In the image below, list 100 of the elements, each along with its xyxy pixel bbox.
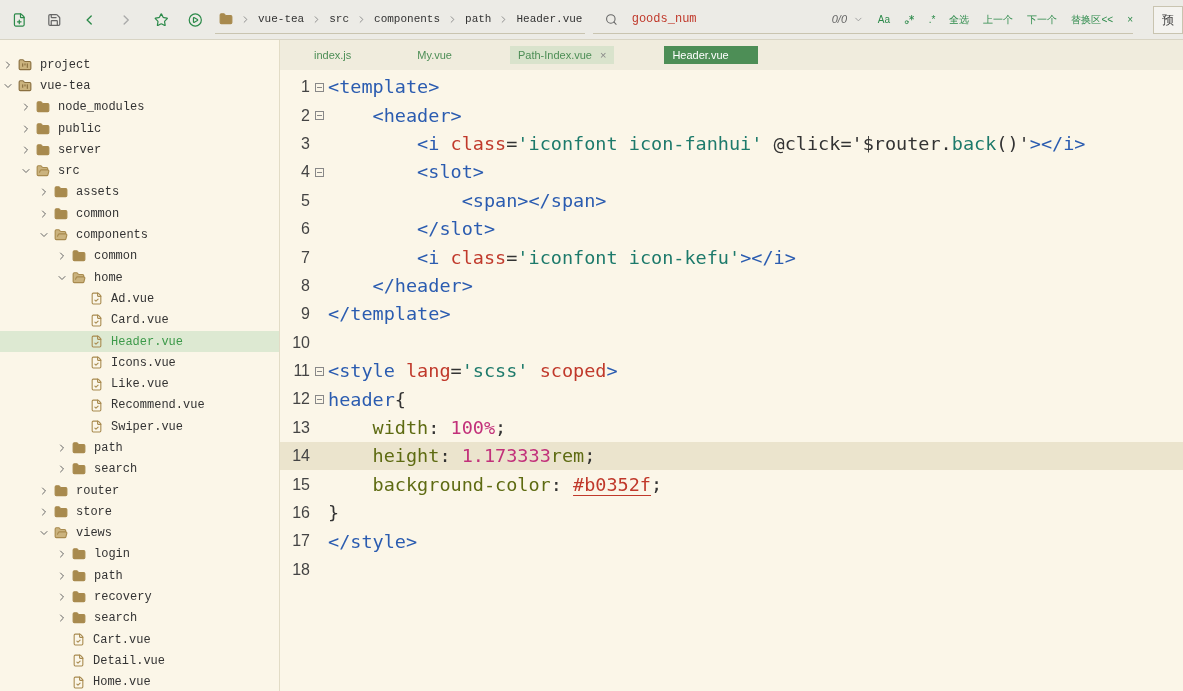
- file-icon: [72, 675, 85, 689]
- file-icon: [90, 356, 103, 370]
- tree-item[interactable]: recovery: [0, 586, 279, 608]
- tree-item[interactable]: Cart.vue: [0, 629, 279, 651]
- code-text: </template>: [328, 302, 451, 327]
- line-number: 3: [300, 133, 310, 154]
- folder-icon: [72, 462, 86, 477]
- find-option[interactable]: 替换区<<: [1071, 11, 1114, 27]
- project-icon: [18, 78, 32, 93]
- line-number: 2: [300, 105, 310, 126]
- tree-item[interactable]: components: [0, 224, 279, 246]
- line-number: 16: [291, 503, 310, 524]
- folder-icon: [36, 100, 50, 115]
- fold-icon[interactable]: [314, 82, 324, 92]
- tree-item[interactable]: public: [0, 117, 279, 140]
- breadcrumb-item[interactable]: Header.vue: [516, 10, 583, 28]
- folder-icon: [72, 270, 86, 285]
- preview-button[interactable]: 预: [1153, 5, 1183, 34]
- folder-icon: [72, 568, 86, 583]
- save-icon[interactable]: [46, 11, 62, 28]
- search-field[interactable]: goods_num: [631, 10, 818, 28]
- fold-icon[interactable]: [314, 111, 324, 121]
- line-number: 7: [300, 247, 310, 268]
- find-option[interactable]: 上一个: [983, 11, 1014, 27]
- fold-icon[interactable]: [314, 395, 324, 404]
- editor-tab[interactable]: My.vue: [409, 46, 460, 64]
- breadcrumb-item[interactable]: src: [329, 10, 350, 28]
- file-icon: [90, 313, 103, 327]
- tree-item[interactable]: common: [0, 245, 279, 267]
- line-number: 1: [300, 77, 310, 98]
- code-text: background-color: #b0352f;: [371, 472, 663, 497]
- tree-item[interactable]: path: [0, 437, 279, 459]
- breadcrumb-item[interactable]: components: [374, 10, 441, 28]
- line-number: 13: [291, 417, 310, 438]
- tree-item[interactable]: vue-tea: [0, 75, 279, 97]
- folder-icon: [54, 228, 68, 242]
- line-number: 8: [300, 275, 310, 296]
- code-text: <template>: [328, 75, 440, 100]
- find-option[interactable]: .*: [928, 11, 936, 27]
- line-number: 15: [291, 474, 310, 495]
- fold-icon[interactable]: [314, 167, 324, 177]
- file-icon: [90, 398, 103, 412]
- tree-item[interactable]: assets: [0, 181, 279, 204]
- code-text: }: [328, 501, 340, 526]
- fold-icon[interactable]: [314, 366, 324, 376]
- tree-item[interactable]: common: [0, 203, 279, 225]
- tree-item[interactable]: Home.vue: [0, 671, 279, 691]
- tree-item[interactable]: Detail.vue: [0, 650, 279, 672]
- line-number: 11: [292, 361, 310, 382]
- breadcrumb-item[interactable]: path: [465, 10, 492, 28]
- find-option[interactable]: Aa: [877, 11, 890, 27]
- search-icon: [605, 12, 618, 26]
- project-icon: [18, 57, 32, 72]
- tree-item[interactable]: src: [0, 160, 279, 182]
- code-text: <slot>: [416, 160, 484, 185]
- folder-icon: [72, 441, 86, 455]
- code-text: <header>: [371, 103, 462, 128]
- tree-item[interactable]: server: [0, 139, 279, 161]
- tree-item[interactable]: node_modules: [0, 96, 279, 118]
- star-icon[interactable]: [153, 11, 169, 28]
- find-option[interactable]: 下一个: [1027, 11, 1058, 27]
- tree-item[interactable]: store: [0, 501, 279, 523]
- line-number: 5: [300, 190, 310, 211]
- tree-item[interactable]: Card.vue: [0, 309, 279, 331]
- line-number: 9: [300, 304, 310, 325]
- tree-item[interactable]: views: [0, 522, 279, 544]
- tree-item[interactable]: search: [0, 458, 279, 480]
- tree-item[interactable]: Recommend.vue: [0, 394, 279, 417]
- tree-item[interactable]: search: [0, 607, 279, 629]
- tree-item[interactable]: project: [0, 54, 279, 76]
- match-word-icon[interactable]: [904, 13, 915, 25]
- folder-icon: [72, 249, 86, 264]
- tree-item[interactable]: Ad.vue: [0, 288, 279, 310]
- tree-item[interactable]: Swiper.vue: [0, 416, 279, 438]
- line-number: 10: [291, 332, 310, 353]
- code-text: <span></span>: [460, 188, 607, 213]
- tree-item[interactable]: home: [0, 266, 279, 289]
- tree-item[interactable]: Like.vue: [0, 373, 279, 395]
- file-icon: [90, 335, 103, 348]
- find-option[interactable]: ×: [1127, 11, 1133, 27]
- folder-icon: [54, 526, 68, 541]
- tree-item[interactable]: Icons.vue: [0, 352, 279, 374]
- code-text: <i class='iconfont icon-kefu'></i>: [416, 245, 796, 270]
- editor-tab[interactable]: Header.vue: [664, 46, 759, 64]
- find-option[interactable]: 全选: [949, 11, 970, 27]
- line-number: 12: [291, 389, 310, 410]
- tree-item[interactable]: login: [0, 543, 279, 566]
- tree-item[interactable]: path: [0, 565, 279, 587]
- run-icon[interactable]: [188, 11, 203, 28]
- line-number: 6: [300, 219, 310, 240]
- file-icon: [90, 377, 103, 391]
- editor-tab[interactable]: index.js: [306, 46, 360, 64]
- code-text: header{: [328, 387, 406, 412]
- code-text: width: 100%;: [371, 416, 507, 440]
- code-text: </style>: [328, 529, 418, 554]
- code-text: height: 1.173333 rem;: [371, 444, 596, 469]
- new-file-icon[interactable]: [12, 11, 27, 28]
- code-text: </header>: [371, 274, 473, 299]
- tree-item[interactable]: router: [0, 479, 279, 502]
- breadcrumb-item[interactable]: vue-tea: [258, 10, 305, 28]
